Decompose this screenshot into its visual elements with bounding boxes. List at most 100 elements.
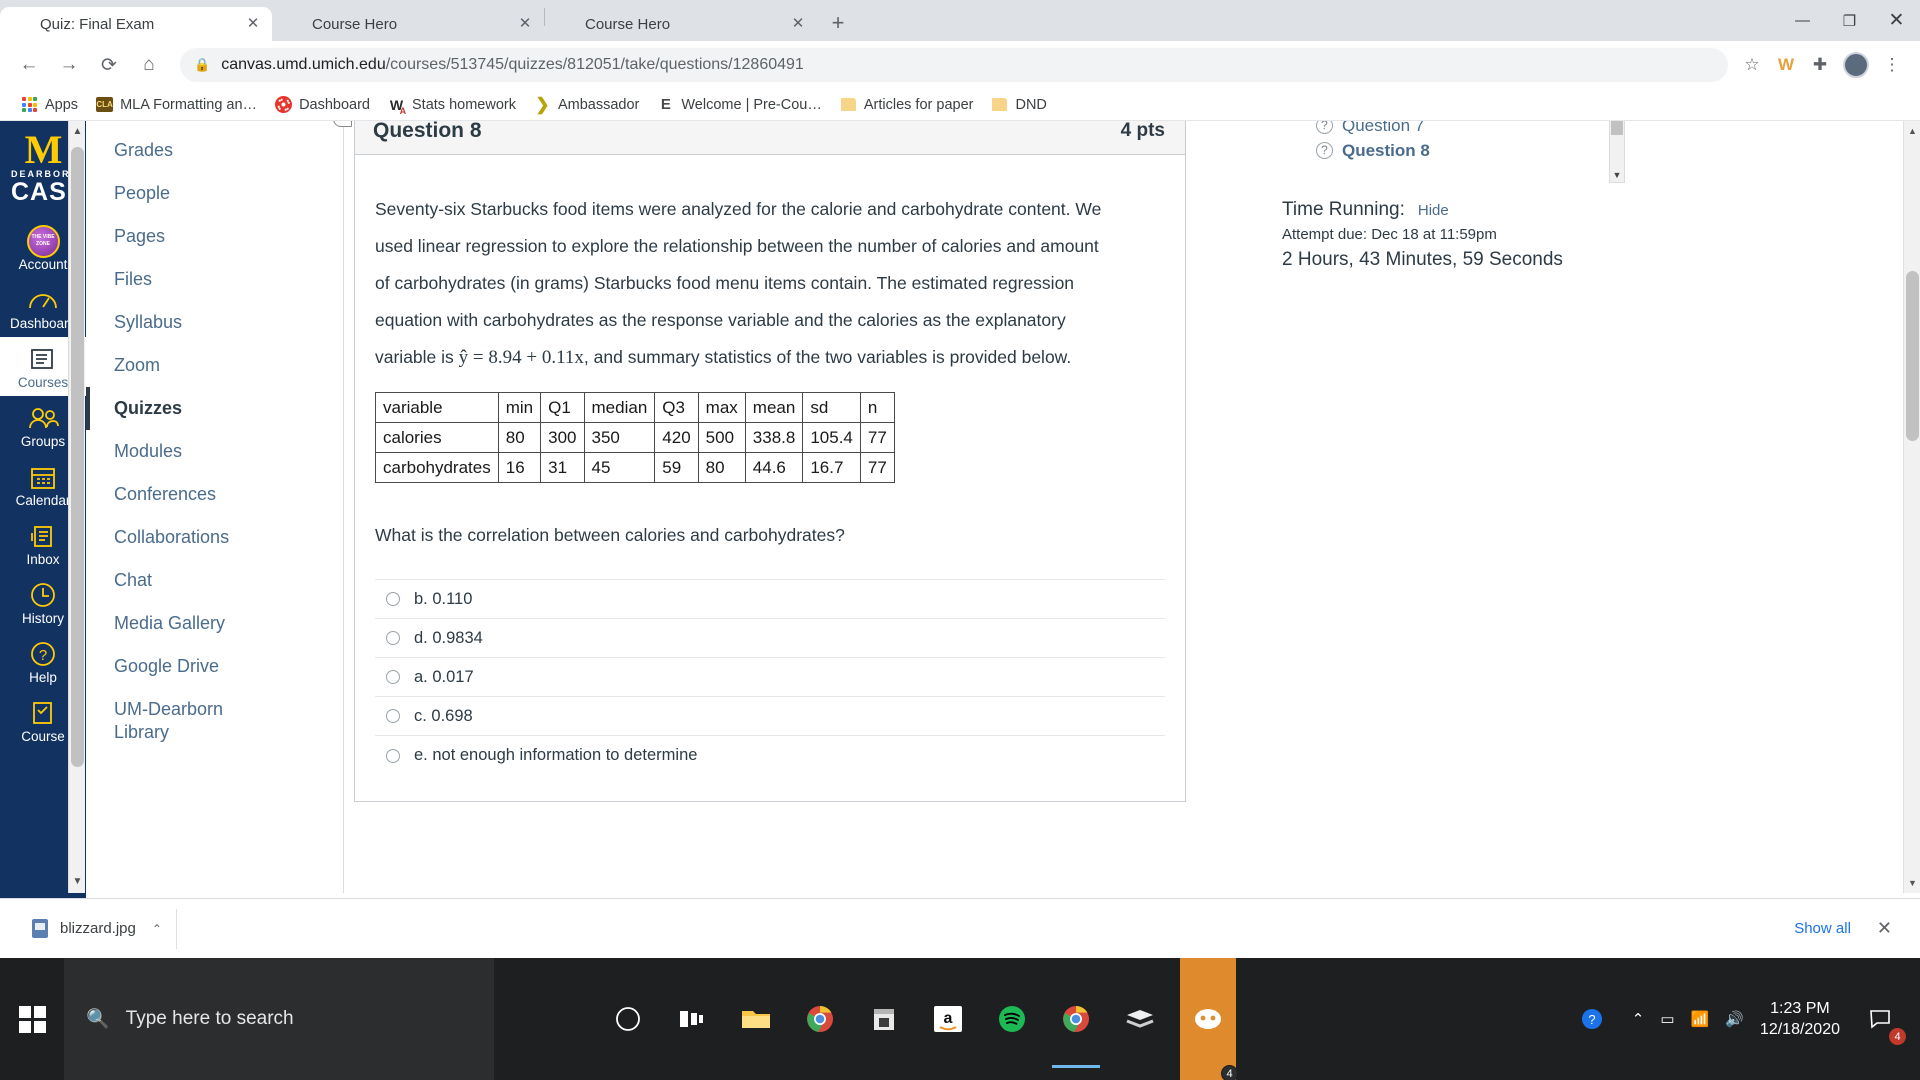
store-icon[interactable] — [860, 995, 908, 1043]
cortana-circle-icon[interactable] — [604, 995, 652, 1043]
notification-center-icon[interactable]: 4 — [1856, 995, 1906, 1045]
scrollbar-thumb[interactable] — [71, 147, 84, 767]
discord-icon[interactable]: 4 — [1180, 958, 1238, 1080]
radio-button[interactable] — [386, 709, 400, 723]
extension-w-icon[interactable]: W — [1770, 49, 1802, 81]
close-icon[interactable]: ✕ — [789, 15, 807, 33]
volume-icon[interactable]: 🔊 — [1725, 1010, 1744, 1028]
answer-option[interactable]: b. 0.110 — [375, 580, 1165, 619]
col-q1: Q1 — [540, 392, 585, 423]
new-tab-button[interactable]: + — [823, 9, 853, 39]
chrome-menu-icon[interactable]: ⋮ — [1876, 49, 1908, 81]
radio-button[interactable] — [386, 670, 400, 684]
answer-option[interactable]: a. 0.017 — [375, 658, 1165, 697]
bookmark-dnd[interactable]: DND — [982, 93, 1055, 116]
spotify-icon[interactable] — [988, 995, 1036, 1043]
course-nav-item-grades[interactable]: Grades — [86, 129, 343, 172]
answer-option[interactable]: c. 0.698 — [375, 697, 1165, 736]
course-nav-item-files[interactable]: Files — [86, 258, 343, 301]
bookmark-star-icon[interactable]: ☆ — [1736, 49, 1768, 81]
question-list-scrollbar[interactable]: ▼ — [1609, 121, 1625, 183]
help-circle-icon[interactable]: ? — [1568, 995, 1616, 1043]
browser-tab-quiz[interactable]: Quiz: Final Exam ✕ — [0, 7, 272, 41]
answer-label: b. 0.110 — [414, 589, 473, 608]
home-icon[interactable]: ⌂ — [132, 48, 166, 82]
taskbar-clock[interactable]: 1:23 PM 12/18/2020 — [1760, 998, 1840, 1040]
browser-tab-coursehero-1[interactable]: Course Hero ✕ — [272, 7, 544, 41]
scroll-down-icon[interactable]: ▼ — [1904, 873, 1920, 893]
cell-mean: 44.6 — [744, 452, 804, 483]
profile-avatar[interactable] — [1843, 52, 1869, 78]
course-nav-item-chat[interactable]: Chat — [86, 559, 343, 602]
answer-option[interactable]: e. not enough information to determine — [375, 736, 1165, 775]
question-link-7[interactable]: ? Question 7 — [1316, 121, 1616, 138]
wifi-icon[interactable]: 📶 — [1691, 1010, 1710, 1028]
scroll-up-icon[interactable]: ▲ — [69, 121, 86, 143]
course-nav-item-modules[interactable]: Modules — [86, 430, 343, 473]
radio-button[interactable] — [386, 592, 400, 606]
chevron-up-icon[interactable]: ⌃ — [1632, 1010, 1645, 1028]
browser-tab-coursehero-2[interactable]: Course Hero ✕ — [545, 7, 817, 41]
scrollbar-thumb[interactable] — [1906, 271, 1919, 441]
bookmark-dashboard[interactable]: Dashboard — [266, 93, 379, 116]
forward-icon[interactable]: → — [52, 48, 86, 82]
minimize-icon[interactable]: — — [1779, 0, 1826, 41]
canvas-icon — [275, 96, 293, 113]
chrome-icon[interactable] — [796, 995, 844, 1043]
answer-option[interactable]: d. 0.9834 — [375, 619, 1165, 658]
reload-icon[interactable]: ⟳ — [92, 48, 126, 82]
radio-button[interactable] — [386, 631, 400, 645]
close-icon[interactable]: ✕ — [244, 15, 262, 33]
cell-variable: calories — [375, 422, 499, 453]
bookmark-stats-homework[interactable]: W Stats homework — [379, 93, 525, 116]
taskbar-search[interactable]: 🔍 Type here to search — [64, 958, 494, 1080]
scrollbar-thumb[interactable] — [1611, 121, 1623, 135]
bookmark-welcome-precou[interactable]: E Welcome | Pre-Cou… — [648, 93, 830, 116]
extensions-puzzle-icon[interactable]: ✚ — [1804, 49, 1836, 81]
radio-button[interactable] — [386, 748, 400, 763]
course-nav-item-syllabus[interactable]: Syllabus — [86, 301, 343, 344]
bookmark-mla-formatting[interactable]: CLA MLA Formatting an… — [87, 93, 266, 116]
e-icon: E — [660, 96, 671, 113]
battery-icon[interactable]: ▭ — [1660, 1010, 1674, 1028]
back-icon[interactable]: ← — [12, 48, 46, 82]
close-window-icon[interactable]: ✕ — [1873, 0, 1920, 41]
bookmark-articles-for-paper[interactable]: Articles for paper — [831, 93, 983, 116]
course-nav-item-conferences[interactable]: Conferences — [86, 473, 343, 516]
books-icon[interactable] — [1116, 995, 1164, 1043]
amazon-icon[interactable]: a — [924, 995, 972, 1043]
close-shelf-icon[interactable]: ✕ — [1867, 918, 1902, 939]
course-nav-item-quizzes[interactable]: Quizzes — [86, 387, 343, 430]
course-nav-item-collaborations[interactable]: Collaborations — [86, 516, 343, 559]
course-nav-item-media-gallery[interactable]: Media Gallery — [86, 602, 343, 645]
webassign-icon: W — [388, 96, 406, 116]
question-body: Seventy-six Starbucks food items were an… — [355, 155, 1185, 801]
maximize-icon[interactable]: ❐ — [1826, 0, 1873, 41]
address-bar[interactable]: 🔒 canvas.umd.umich.edu/courses/513745/qu… — [180, 48, 1728, 82]
file-explorer-icon[interactable] — [732, 995, 780, 1043]
scroll-up-icon[interactable]: ▲ — [1904, 121, 1920, 141]
show-all-downloads-button[interactable]: Show all — [1778, 913, 1867, 944]
bookmark-ambassador[interactable]: ❯ Ambassador — [525, 93, 648, 116]
course-nav-item-pages[interactable]: Pages — [86, 215, 343, 258]
start-button[interactable] — [0, 958, 64, 1080]
hide-timer-link[interactable]: Hide — [1418, 202, 1449, 219]
task-view-icon[interactable] — [668, 995, 716, 1043]
summary-statistics-table: variable min Q1 median Q3 max mean sd n … — [375, 392, 895, 483]
chevron-up-icon[interactable]: ⌃ — [152, 922, 162, 936]
course-nav-item-google-drive[interactable]: Google Drive — [86, 645, 343, 688]
course-nav-scrollbar[interactable]: ▲ ▼ — [68, 121, 85, 893]
answer-label: d. 0.9834 — [414, 628, 483, 647]
chrome-active-icon[interactable] — [1052, 995, 1100, 1068]
close-icon[interactable]: ✕ — [516, 15, 534, 33]
course-nav-item-zoom[interactable]: Zoom — [86, 344, 343, 387]
scroll-down-icon[interactable]: ▼ — [1610, 170, 1624, 180]
download-item[interactable]: blizzard.jpg ⌃ — [18, 908, 177, 949]
page-scrollbar[interactable]: ▲ ▼ — [1903, 121, 1920, 893]
bookmark-apps[interactable]: Apps — [12, 93, 87, 116]
scroll-down-icon[interactable]: ▼ — [69, 871, 86, 893]
folder-icon — [840, 96, 857, 113]
course-nav-item-um-dearborn-library[interactable]: UM-Dearborn Library — [86, 688, 256, 754]
question-link-8[interactable]: ? Question 8 — [1316, 138, 1616, 163]
course-nav-item-people[interactable]: People — [86, 172, 343, 215]
